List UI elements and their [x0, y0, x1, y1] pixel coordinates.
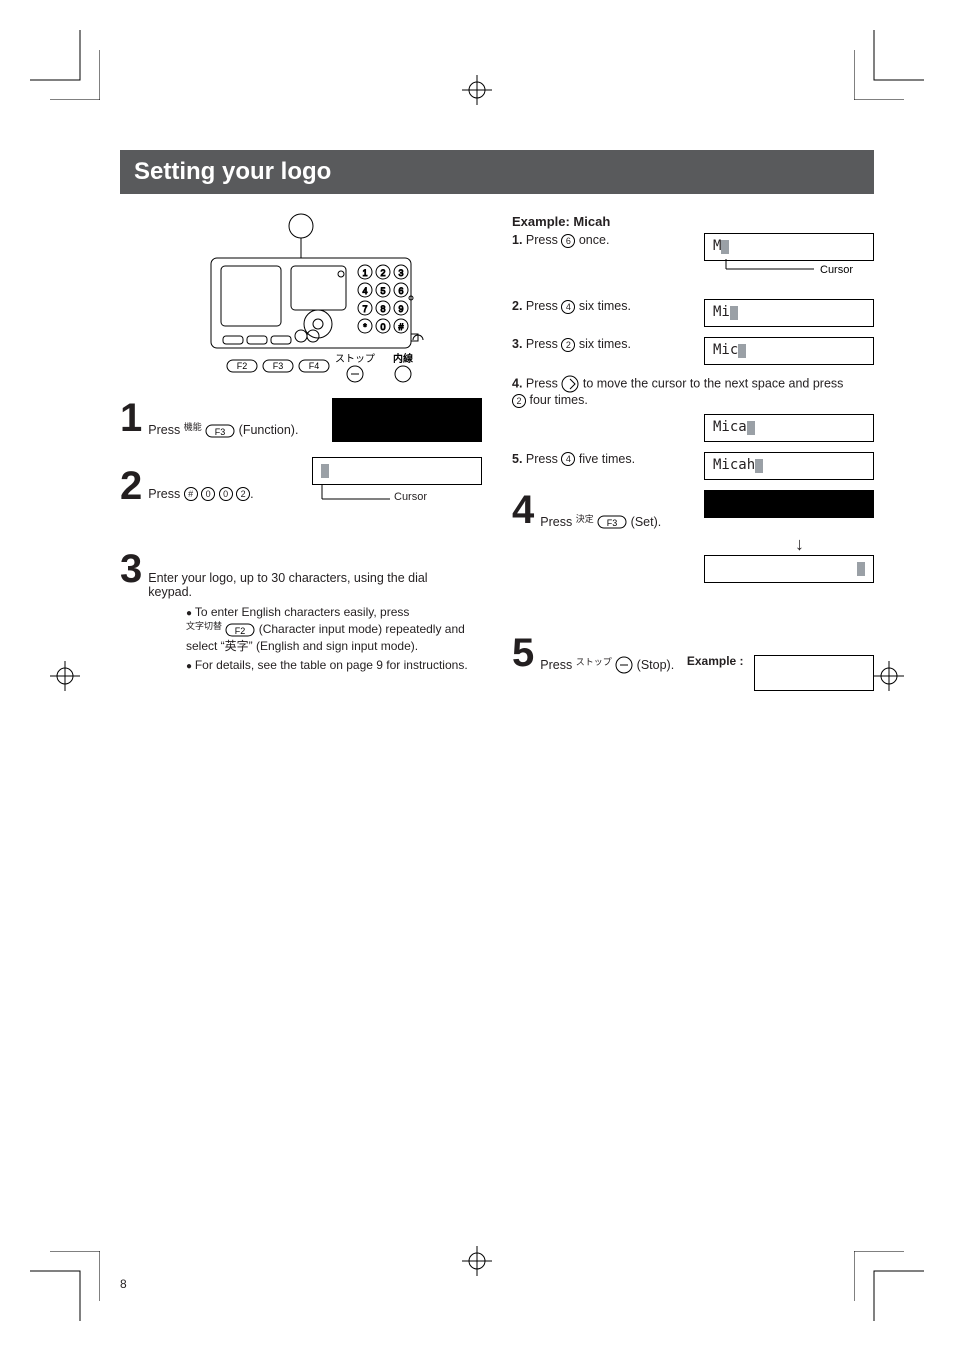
- registration-mark-bottom: [462, 1246, 492, 1276]
- f3-function-key-icon: 機能 F3: [184, 420, 236, 438]
- svg-text:F3: F3: [215, 427, 226, 437]
- nav-right-icon: [561, 375, 579, 393]
- lcd-step2: [312, 457, 482, 485]
- svg-text:F3: F3: [607, 518, 618, 528]
- example-step-2: 2. Press 4 six times. Mi: [512, 299, 874, 327]
- stop-key-icon: ストップ: [576, 658, 637, 672]
- step-number-1: 1: [120, 398, 142, 438]
- f3-key-label: F3: [273, 361, 284, 371]
- svg-text:7: 7: [362, 304, 367, 314]
- lcd-example-2: Mi: [704, 299, 874, 327]
- lcd-example-3: Mic: [704, 337, 874, 365]
- svg-text:2: 2: [380, 268, 385, 278]
- hash-key-icon: #: [184, 487, 198, 501]
- lcd-example-1: M: [704, 233, 874, 261]
- down-arrow-icon: ↓: [795, 534, 804, 554]
- lcd-example-5: Micah: [704, 452, 874, 480]
- step-3: 3 Enter your logo, up to 30 characters, …: [120, 549, 482, 599]
- phone-illustration: 1 2 3 4 5 6 7 8 9 * 0 #: [151, 208, 451, 388]
- lcd-step4b: [704, 555, 874, 583]
- two-key-icon: 2: [561, 338, 575, 352]
- step-4: 4 Press 決定 F3 (Set).: [512, 490, 874, 530]
- step2-text-b: .: [250, 487, 253, 501]
- left-column: 1 2 3 4 5 6 7 8 9 * 0 #: [120, 208, 482, 691]
- step-number-3: 3: [120, 549, 142, 589]
- step1-text-a: Press: [148, 423, 183, 437]
- example-title: Example: Micah: [512, 214, 874, 229]
- bullet2-text: For details, see the table on page 9 for…: [186, 658, 482, 672]
- right-column: Example: Micah 1. Press 6 once. M: [512, 208, 874, 691]
- example-label: Example :: [687, 654, 744, 668]
- step2-text-a: Press: [148, 487, 183, 501]
- example-step-3: 3. Press 2 six times. Mic: [512, 337, 874, 365]
- svg-text:0: 0: [380, 322, 385, 332]
- svg-text:5: 5: [380, 286, 385, 296]
- step-number-4: 4: [512, 490, 534, 530]
- registration-mark-left: [50, 661, 80, 691]
- example-step-1: 1. Press 6 once. M Cursor: [512, 233, 874, 289]
- step-number-5: 5: [512, 633, 534, 673]
- lcd-example-4: Mica: [704, 414, 874, 442]
- f2-key-label: F2: [237, 361, 248, 371]
- page-title: Setting your logo: [120, 150, 874, 194]
- svg-text:4: 4: [362, 286, 367, 296]
- svg-text:*: *: [363, 322, 367, 332]
- lcd-step1: [332, 398, 482, 442]
- svg-text:F2: F2: [235, 626, 246, 636]
- two-key-icon: 2: [236, 487, 250, 501]
- four-key-icon: 4: [561, 300, 575, 314]
- step3-text: Enter your logo, up to 30 characters, us…: [148, 571, 468, 599]
- six-key-icon: 6: [561, 234, 575, 248]
- step-2: 2 Press # 0 0 2. Cursor: [120, 457, 482, 515]
- ext-key-label: 内線: [393, 352, 413, 365]
- step3-notes: To enter English characters easily, pres…: [146, 605, 482, 672]
- registration-mark-right: [874, 661, 904, 691]
- example-step-5: 5. Press 4 five times. Micah: [512, 452, 874, 480]
- svg-text:#: #: [398, 322, 403, 332]
- svg-text:9: 9: [398, 304, 403, 314]
- step1-text-b: (Function).: [239, 423, 299, 437]
- f3-set-key-icon: 決定 F3: [576, 512, 628, 530]
- cursor-label-left: Cursor: [394, 491, 427, 503]
- lcd-step4a: [704, 490, 874, 518]
- four-key-icon: 4: [561, 452, 575, 466]
- svg-text:8: 8: [380, 304, 385, 314]
- example-step-4: 4. Press to move the cursor to the next …: [512, 375, 874, 410]
- lcd-step5: [754, 655, 874, 691]
- page-number: 8: [120, 1277, 127, 1291]
- stop-key-label: ストップ: [335, 353, 375, 365]
- svg-text:6: 6: [398, 286, 403, 296]
- step-number-2: 2: [120, 466, 142, 506]
- svg-text:3: 3: [398, 268, 403, 278]
- f4-key-label: F4: [309, 361, 320, 371]
- bullet1-text-a: To enter English characters easily, pres…: [195, 605, 410, 619]
- svg-text:1: 1: [362, 268, 367, 278]
- s1-num: 1.: [512, 233, 522, 247]
- two-key-icon: 2: [512, 394, 526, 408]
- zero-key-icon: 0: [219, 487, 233, 501]
- cursor-label-right: Cursor: [820, 264, 853, 276]
- registration-mark-top: [462, 75, 492, 105]
- step-1: 1 Press 機能 F3 (Function).: [120, 398, 482, 447]
- f2-char-mode-key-icon: 文字切替 F2: [186, 619, 255, 637]
- zero-key-icon: 0: [201, 487, 215, 501]
